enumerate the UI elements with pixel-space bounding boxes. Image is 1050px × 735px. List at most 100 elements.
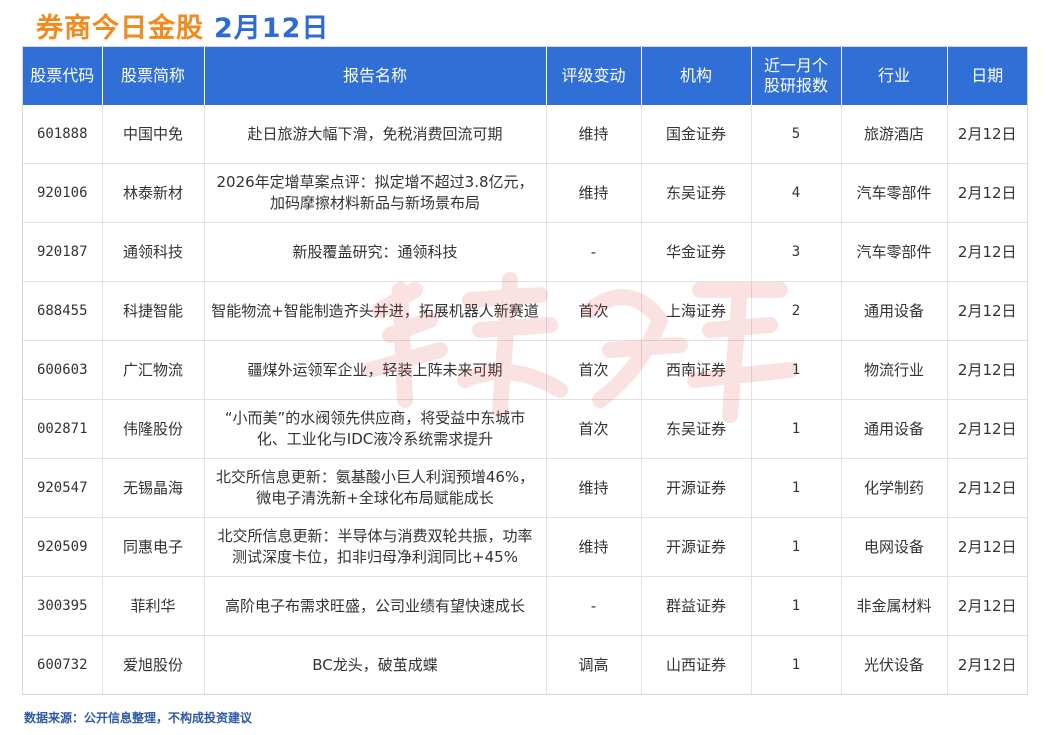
cell-industry: 化学制药 <box>841 458 948 518</box>
cell-report: 新股覆盖研究：通领科技 <box>204 222 547 282</box>
cell-org: 开源证券 <box>641 458 752 518</box>
cell-name: 爱旭股份 <box>102 635 205 694</box>
cell-name: 菲利华 <box>102 576 205 636</box>
cell-code: 300395 <box>23 576 103 636</box>
cell-date: 2月12日 <box>947 281 1027 341</box>
cell-name: 无锡晶海 <box>102 458 205 518</box>
cell-org: 上海证券 <box>641 281 752 341</box>
cell-report: 2026年定增草案点评：拟定增不超过3.8亿元，加码摩擦材料新品与新场景布局 <box>204 163 547 223</box>
cell-date: 2月12日 <box>947 222 1027 282</box>
cell-rating: - <box>546 576 642 636</box>
cell-date: 2月12日 <box>947 635 1027 694</box>
cell-report: 赴日旅游大幅下滑，免税消费回流可期 <box>204 105 547 164</box>
cell-report: 北交所信息更新：半导体与消费双轮共振，功率测试深度卡位，扣非归母净利润同比+45… <box>204 517 547 577</box>
table-body: 601888 中国中免 赴日旅游大幅下滑，免税消费回流可期 维持 国金证券 5 旅游酒店 2月… <box>23 105 1027 694</box>
cell-org: 华金证券 <box>641 222 752 282</box>
stock-table-container: 股票代码 股票简称 报告名称 评级变动 机构 近一月个股研报数 行业 日期 60… <box>22 46 1028 695</box>
table-row[interactable]: 600732 爱旭股份 BC龙头，破茧成蝶 调高 山西证券 1 光伏设备 2月12日 <box>23 635 1027 694</box>
cell-count: 1 <box>751 458 842 518</box>
cell-name: 林泰新材 <box>102 163 205 223</box>
cell-date: 2月12日 <box>947 340 1027 400</box>
table-row[interactable]: 920187 通领科技 新股覆盖研究：通领科技 - 华金证券 3 汽车零部件 2月12日 <box>23 222 1027 282</box>
title-date: 2月12日 <box>214 13 330 44</box>
cell-count: 2 <box>751 281 842 341</box>
cell-code: 600603 <box>23 340 103 400</box>
cell-date: 2月12日 <box>947 163 1027 223</box>
cell-count: 1 <box>751 576 842 636</box>
cell-org: 东吴证券 <box>641 399 752 459</box>
cell-name: 同惠电子 <box>102 517 205 577</box>
cell-industry: 旅游酒店 <box>841 105 948 164</box>
cell-rating: 维持 <box>546 105 642 164</box>
cell-industry: 物流行业 <box>841 340 948 400</box>
table-row[interactable]: 601888 中国中免 赴日旅游大幅下滑，免税消费回流可期 维持 国金证券 5 旅游酒店 2月… <box>23 105 1027 164</box>
title-text: 券商今日金股 <box>36 13 204 44</box>
header-rating[interactable]: 评级变动 <box>546 47 642 105</box>
cell-rating: 维持 <box>546 458 642 518</box>
cell-rating: 维持 <box>546 517 642 577</box>
header-org[interactable]: 机构 <box>641 47 752 105</box>
header-count-label: 近一月个股研报数 <box>763 56 828 95</box>
cell-org: 西南证券 <box>641 340 752 400</box>
cell-code: 920547 <box>23 458 103 518</box>
table-row[interactable]: 920106 林泰新材 2026年定增草案点评：拟定增不超过3.8亿元，加码摩擦材料… <box>23 163 1027 223</box>
stock-table: 股票代码 股票简称 报告名称 评级变动 机构 近一月个股研报数 行业 日期 60… <box>23 47 1027 694</box>
cell-rating: 首次 <box>546 281 642 341</box>
cell-count: 1 <box>751 340 842 400</box>
page-title: 券商今日金股 2月12日 <box>36 6 330 44</box>
cell-code: 688455 <box>23 281 103 341</box>
cell-industry: 汽车零部件 <box>841 222 948 282</box>
header-name[interactable]: 股票简称 <box>102 47 205 105</box>
cell-date: 2月12日 <box>947 399 1027 459</box>
table-row[interactable]: 920509 同惠电子 北交所信息更新：半导体与消费双轮共振，功率测试深度卡位，扣非… <box>23 517 1027 577</box>
table-row[interactable]: 600603 广汇物流 疆煤外运领军企业，轻装上阵未来可期 首次 西南证券 1 物流行业 2月… <box>23 340 1027 400</box>
table-row[interactable]: 002871 伟隆股份 “小而美”的水阀领先供应商，将受益中东城市化、工业化与IDC… <box>23 399 1027 459</box>
table-header-row: 股票代码 股票简称 报告名称 评级变动 机构 近一月个股研报数 行业 日期 <box>23 47 1027 105</box>
cell-date: 2月12日 <box>947 517 1027 577</box>
cell-count: 1 <box>751 399 842 459</box>
table-row[interactable]: 300395 菲利华 高阶电子布需求旺盛，公司业绩有望快速成长 - 群益证券 1 非金属材料… <box>23 576 1027 636</box>
cell-date: 2月12日 <box>947 576 1027 636</box>
cell-report: 北交所信息更新：氨基酸小巨人利润预增46%，微电子清洗新+全球化布局赋能成长 <box>204 458 547 518</box>
cell-rating: 首次 <box>546 340 642 400</box>
cell-org: 东吴证券 <box>641 163 752 223</box>
cell-name: 伟隆股份 <box>102 399 205 459</box>
cell-industry: 通用设备 <box>841 281 948 341</box>
cell-report: 智能物流+智能制造齐头并进，拓展机器人新赛道 <box>204 281 547 341</box>
cell-name: 广汇物流 <box>102 340 205 400</box>
cell-industry: 汽车零部件 <box>841 163 948 223</box>
header-date[interactable]: 日期 <box>947 47 1027 105</box>
header-code[interactable]: 股票代码 <box>23 47 103 105</box>
cell-count: 5 <box>751 105 842 164</box>
data-source-note: 数据来源：公开信息整理，不构成投资建议 <box>24 711 253 725</box>
cell-code: 600732 <box>23 635 103 694</box>
cell-code: 601888 <box>23 105 103 164</box>
table-row[interactable]: 688455 科捷智能 智能物流+智能制造齐头并进，拓展机器人新赛道 首次 上海证券 2 通… <box>23 281 1027 341</box>
cell-report: BC龙头，破茧成蝶 <box>204 635 547 694</box>
cell-rating: - <box>546 222 642 282</box>
cell-industry: 通用设备 <box>841 399 948 459</box>
header-report[interactable]: 报告名称 <box>204 47 547 105</box>
header-industry[interactable]: 行业 <box>841 47 948 105</box>
cell-industry: 光伏设备 <box>841 635 948 694</box>
cell-industry: 非金属材料 <box>841 576 948 636</box>
cell-org: 山西证券 <box>641 635 752 694</box>
cell-industry: 电网设备 <box>841 517 948 577</box>
cell-rating: 首次 <box>546 399 642 459</box>
header-count[interactable]: 近一月个股研报数 <box>751 47 842 105</box>
cell-code: 920106 <box>23 163 103 223</box>
cell-rating: 调高 <box>546 635 642 694</box>
cell-name: 中国中免 <box>102 105 205 164</box>
cell-date: 2月12日 <box>947 458 1027 518</box>
table-row[interactable]: 920547 无锡晶海 北交所信息更新：氨基酸小巨人利润预增46%，微电子清洗新+全… <box>23 458 1027 518</box>
cell-org: 国金证券 <box>641 105 752 164</box>
cell-code: 002871 <box>23 399 103 459</box>
cell-code: 920187 <box>23 222 103 282</box>
cell-count: 1 <box>751 517 842 577</box>
cell-count: 1 <box>751 635 842 694</box>
cell-org: 开源证券 <box>641 517 752 577</box>
cell-report: “小而美”的水阀领先供应商，将受益中东城市化、工业化与IDC液冷系统需求提升 <box>204 399 547 459</box>
cell-report: 高阶电子布需求旺盛，公司业绩有望快速成长 <box>204 576 547 636</box>
cell-code: 920509 <box>23 517 103 577</box>
cell-rating: 维持 <box>546 163 642 223</box>
